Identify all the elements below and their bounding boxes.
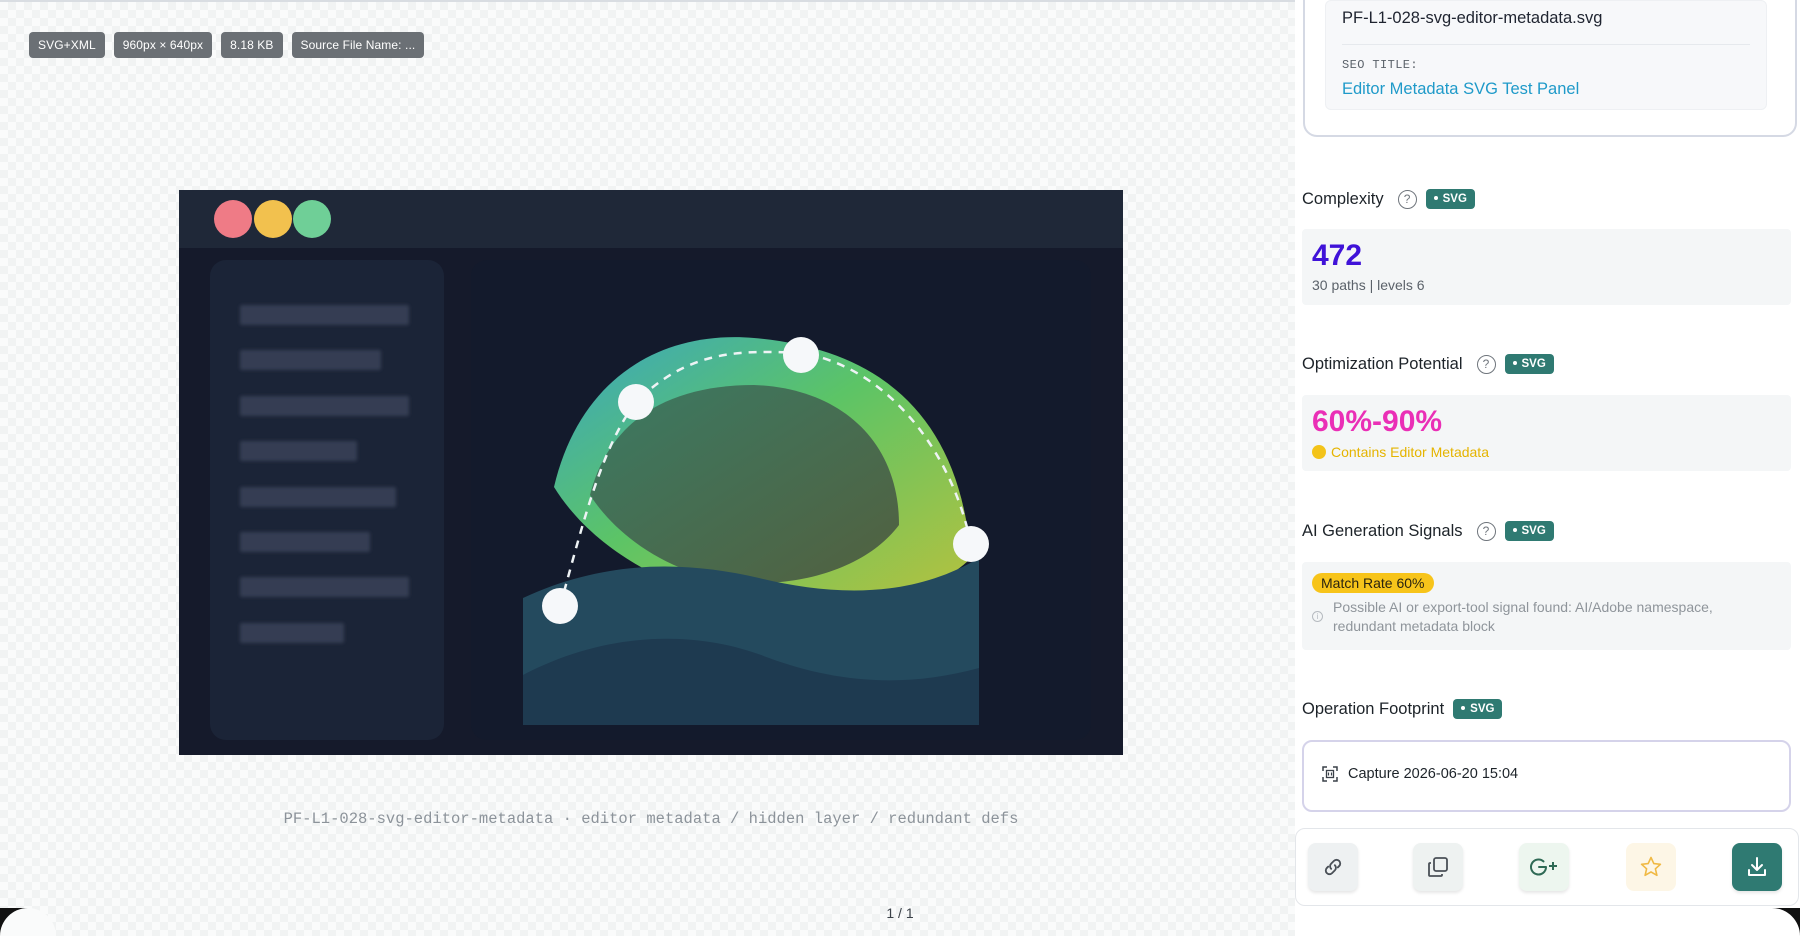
- ai-signal-row: i Possible AI or export-tool signal foun…: [1312, 598, 1773, 636]
- copy-button[interactable]: [1413, 843, 1463, 891]
- help-icon[interactable]: ?: [1397, 189, 1417, 209]
- optimization-header: Optimization Potential ? SVG: [1302, 353, 1554, 375]
- svg-tag: SVG: [1425, 189, 1475, 209]
- action-bar: [1295, 828, 1799, 906]
- preview-caption: PF-L1-028-svg-editor-metadata · editor m…: [283, 810, 1019, 828]
- dimensions-badge: 960px × 640px: [113, 32, 213, 58]
- mime-type-badge: SVG+XML: [29, 32, 105, 58]
- complexity-header: Complexity ? SVG: [1302, 188, 1475, 210]
- download-button[interactable]: [1732, 843, 1782, 891]
- file-info-badges: SVG+XML 960px × 640px 8.18 KB Source Fil…: [29, 32, 425, 58]
- capture-icon: [1322, 766, 1338, 782]
- warning-dot-icon: [1312, 445, 1326, 459]
- seo-title-label: SEO TITLE:: [1342, 58, 1419, 72]
- window-corner-right: [1744, 908, 1800, 936]
- svg-preview-area: SVG+XML 960px × 640px 8.18 KB Source Fil…: [0, 2, 1295, 936]
- file-metadata-card: PF-L1-028-svg-editor-metadata.svg SEO TI…: [1303, 0, 1797, 137]
- ai-signal-text: Possible AI or export-tool signal found:…: [1333, 599, 1713, 634]
- editor-metadata-flag: Contains Editor Metadata: [1312, 444, 1489, 460]
- bezier-node: [542, 588, 578, 624]
- help-icon[interactable]: ?: [1476, 521, 1496, 541]
- svg-tag: SVG: [1453, 699, 1503, 719]
- star-icon: [1640, 856, 1662, 877]
- complexity-box: 472 30 paths | levels 6: [1302, 229, 1791, 305]
- capture-entry: Capture 2026-06-20 15:04: [1322, 766, 1518, 782]
- window-dot-red: [214, 200, 252, 238]
- complexity-detail: 30 paths | levels 6: [1312, 277, 1425, 293]
- window-dot-yellow: [254, 200, 292, 238]
- copy-link-button[interactable]: [1308, 843, 1358, 891]
- google-plus-icon: [1530, 858, 1557, 876]
- optimization-title: Optimization Potential: [1302, 354, 1463, 373]
- footprint-header: Operation Footprint SVG: [1302, 698, 1503, 720]
- metadata-divider: [1342, 44, 1750, 45]
- page-indicator: 1 / 1: [886, 905, 914, 921]
- source-file-name-badge[interactable]: Source File Name: ...: [291, 32, 425, 58]
- operation-footprint-box: Capture 2026-06-20 15:04: [1302, 740, 1791, 812]
- favorite-button[interactable]: [1626, 843, 1676, 891]
- window-dot-green: [293, 200, 331, 238]
- match-rate-pill: Match Rate 60%: [1312, 573, 1434, 593]
- file-metadata-box: PF-L1-028-svg-editor-metadata.svg SEO TI…: [1325, 0, 1767, 110]
- file-name: PF-L1-028-svg-editor-metadata.svg: [1342, 9, 1603, 27]
- footprint-title: Operation Footprint: [1302, 699, 1445, 718]
- copy-icon: [1428, 857, 1448, 877]
- info-icon: i: [1312, 611, 1323, 622]
- optimization-range: 60%-90%: [1312, 405, 1443, 438]
- bezier-node: [618, 384, 654, 420]
- optimization-box: 60%-90% Contains Editor Metadata: [1302, 395, 1791, 471]
- analysis-panel: PF-L1-028-svg-editor-metadata.svg SEO TI…: [1295, 0, 1800, 936]
- ai-signals-title: AI Generation Signals: [1302, 521, 1463, 540]
- help-icon[interactable]: ?: [1476, 354, 1496, 374]
- bezier-node: [953, 526, 989, 562]
- complexity-score: 472: [1312, 239, 1363, 272]
- complexity-title: Complexity: [1302, 189, 1384, 208]
- link-icon: [1324, 858, 1342, 876]
- seo-title-value[interactable]: Editor Metadata SVG Test Panel: [1342, 80, 1579, 99]
- download-icon: [1748, 857, 1766, 876]
- window-corner-left: [0, 908, 56, 936]
- svg-tag: SVG: [1504, 354, 1554, 374]
- bezier-node: [783, 337, 819, 373]
- svg-tag: SVG: [1504, 521, 1554, 541]
- svg-artwork-preview: [179, 190, 1123, 755]
- file-size-badge: 8.18 KB: [221, 32, 283, 58]
- ai-signals-box: Match Rate 60% i Possible AI or export-t…: [1302, 562, 1791, 650]
- google-plus-button[interactable]: [1519, 843, 1569, 891]
- ai-signals-header: AI Generation Signals ? SVG: [1302, 520, 1554, 542]
